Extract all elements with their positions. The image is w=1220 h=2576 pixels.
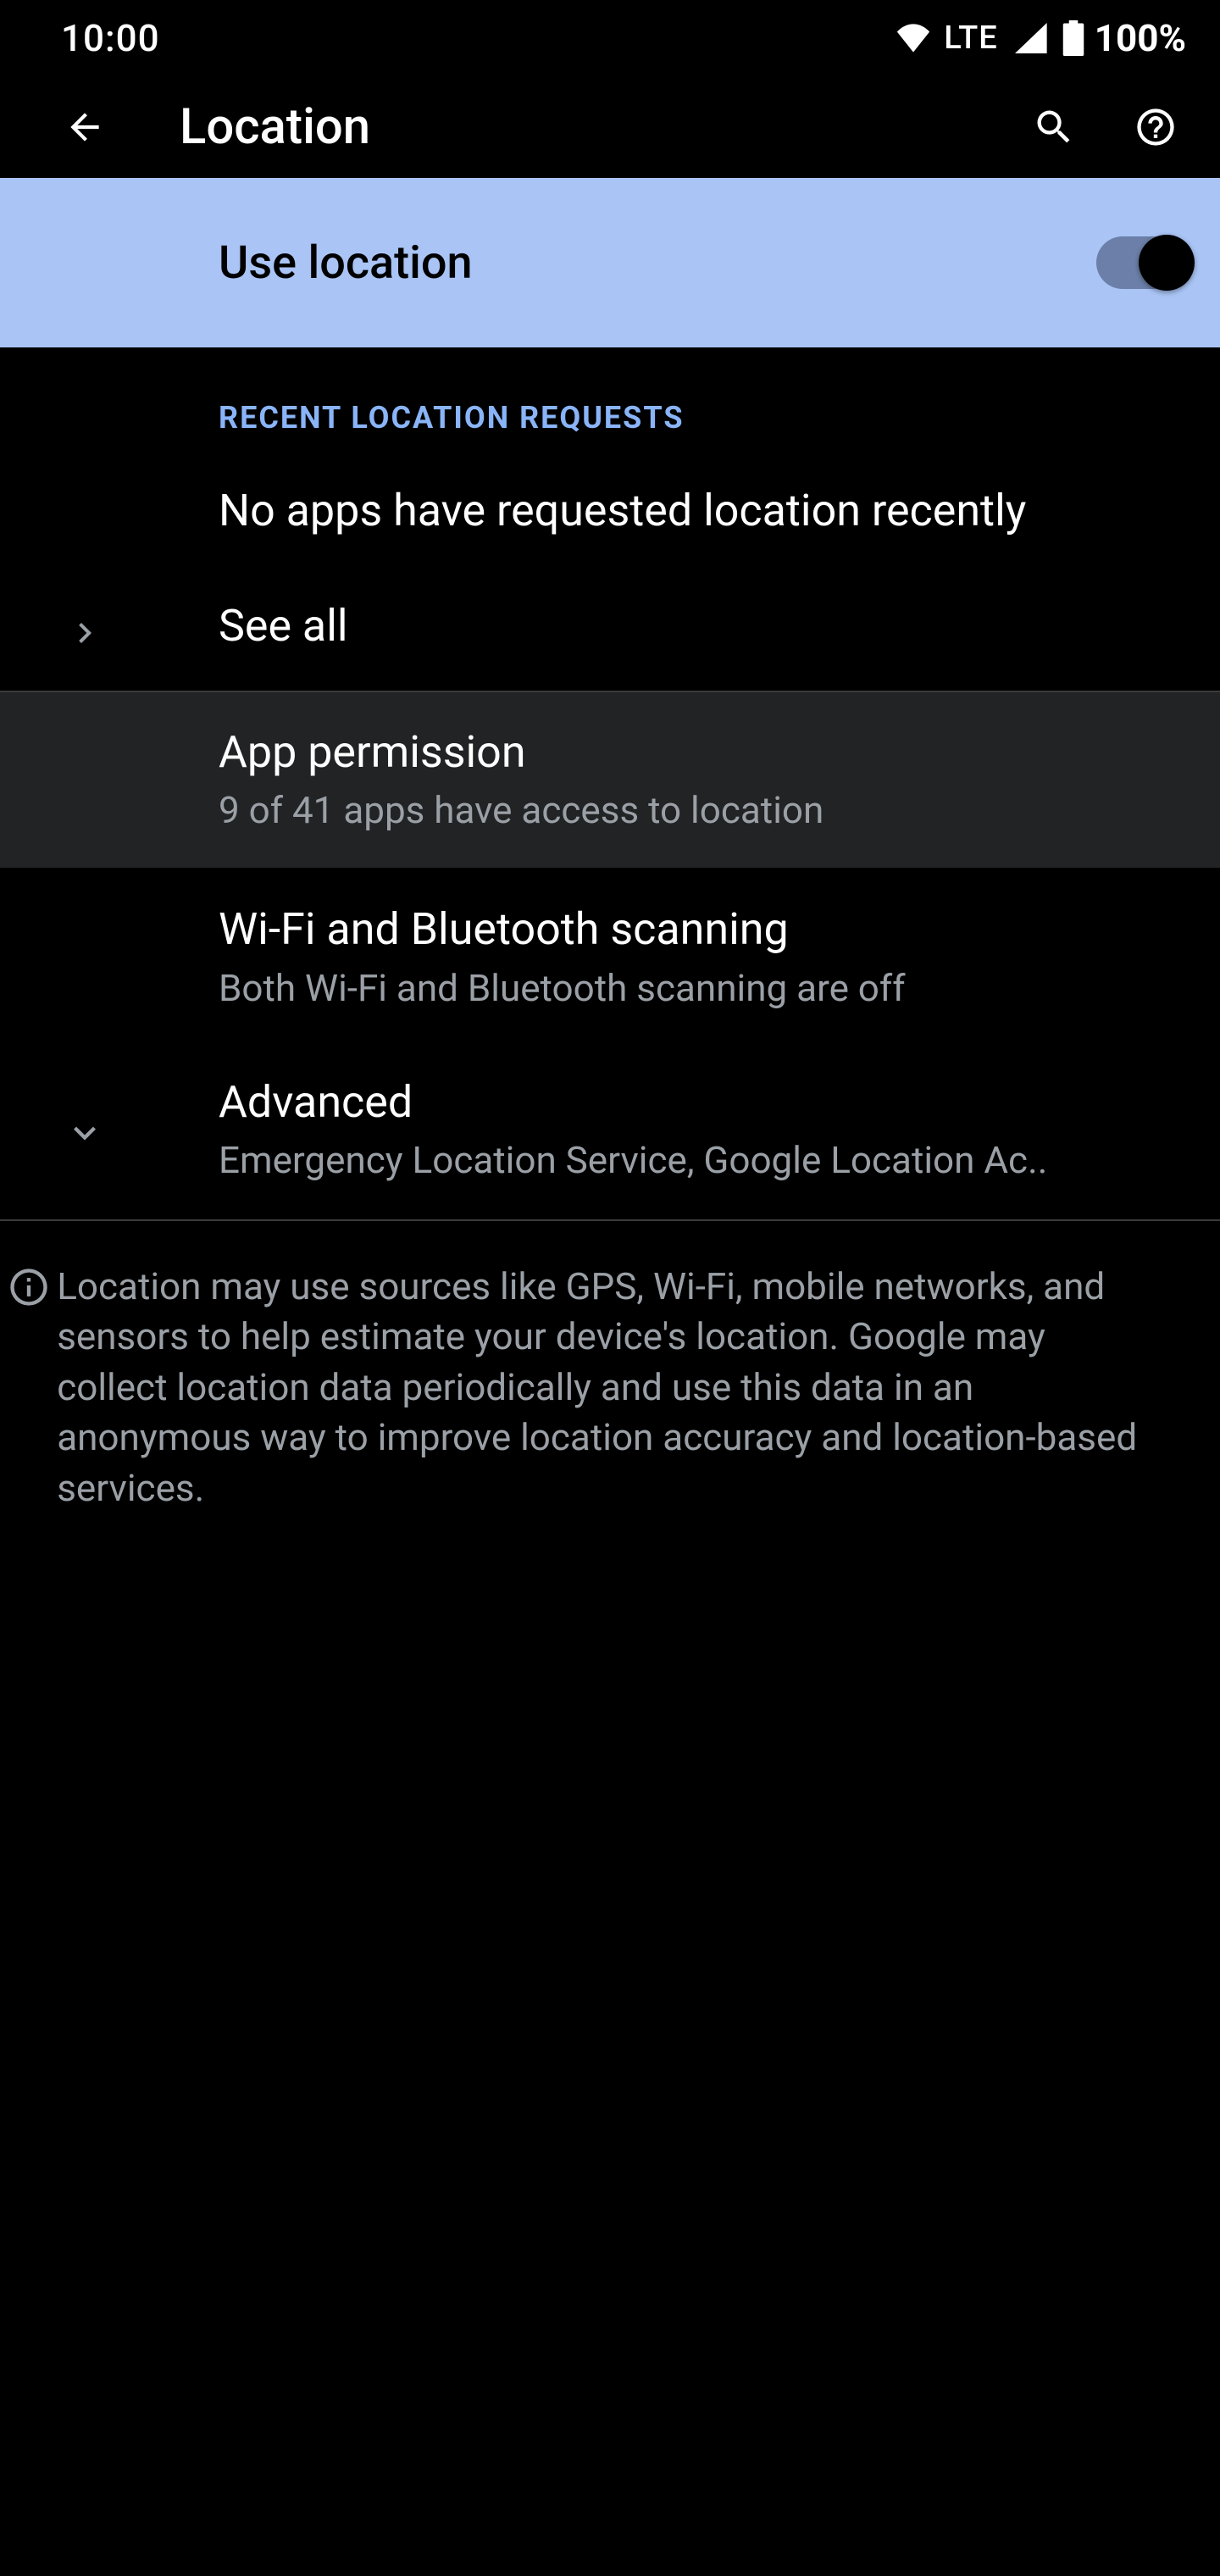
switch-knob: [1139, 235, 1195, 291]
search-icon: [1032, 105, 1076, 149]
status-bar: 10:00 LTE 100%: [0, 0, 1220, 76]
recent-requests-empty: No apps have requested location recently: [0, 461, 1220, 575]
scanning-row[interactable]: Wi-Fi and Bluetooth scanning Both Wi-Fi …: [0, 868, 1220, 1046]
arrow-left-icon: [64, 106, 106, 148]
advanced-title: Advanced: [219, 1076, 1193, 1129]
battery-percent: 100%: [1095, 16, 1186, 60]
cellular-signal-icon: [1013, 23, 1047, 53]
info-text: Location may use sources like GPS, Wi-Fi…: [57, 1262, 1190, 1513]
info-icon: [7, 1265, 51, 1513]
app-permission-subtitle: 9 of 41 apps have access to location: [219, 787, 1193, 834]
app-permission-title: App permission: [219, 726, 1193, 779]
recent-requests-empty-text: No apps have requested location recently: [219, 485, 1193, 537]
help-button[interactable]: [1122, 93, 1190, 161]
help-circle-icon: [1134, 105, 1178, 149]
search-button[interactable]: [1020, 93, 1088, 161]
network-type-label: LTE: [944, 19, 998, 57]
back-button[interactable]: [51, 93, 119, 161]
scanning-subtitle: Both Wi-Fi and Bluetooth scanning are of…: [219, 965, 1193, 1012]
status-time: 10:00: [61, 16, 160, 60]
use-location-switch[interactable]: [1096, 236, 1190, 289]
app-bar: Location: [0, 76, 1220, 178]
advanced-row[interactable]: Advanced Emergency Location Service, Goo…: [0, 1047, 1220, 1219]
see-all-row[interactable]: See all: [0, 575, 1220, 690]
info-row: Location may use sources like GPS, Wi-Fi…: [0, 1221, 1220, 1547]
use-location-label: Use location: [219, 236, 1096, 290]
see-all-label: See all: [219, 600, 1193, 652]
use-location-row[interactable]: Use location: [0, 178, 1220, 347]
chevron-right-icon: [51, 599, 119, 667]
battery-icon: [1062, 20, 1084, 56]
chevron-down-icon: [51, 1099, 119, 1167]
scanning-title: Wi-Fi and Bluetooth scanning: [219, 903, 1193, 956]
advanced-subtitle: Emergency Location Service, Google Locat…: [219, 1137, 1193, 1184]
section-heading-recent: RECENT LOCATION REQUESTS: [0, 347, 1220, 461]
status-indicators: LTE 100%: [896, 16, 1186, 60]
page-title: Location: [180, 98, 959, 156]
app-permission-row[interactable]: App permission 9 of 41 apps have access …: [0, 692, 1220, 868]
wifi-icon: [896, 23, 930, 53]
